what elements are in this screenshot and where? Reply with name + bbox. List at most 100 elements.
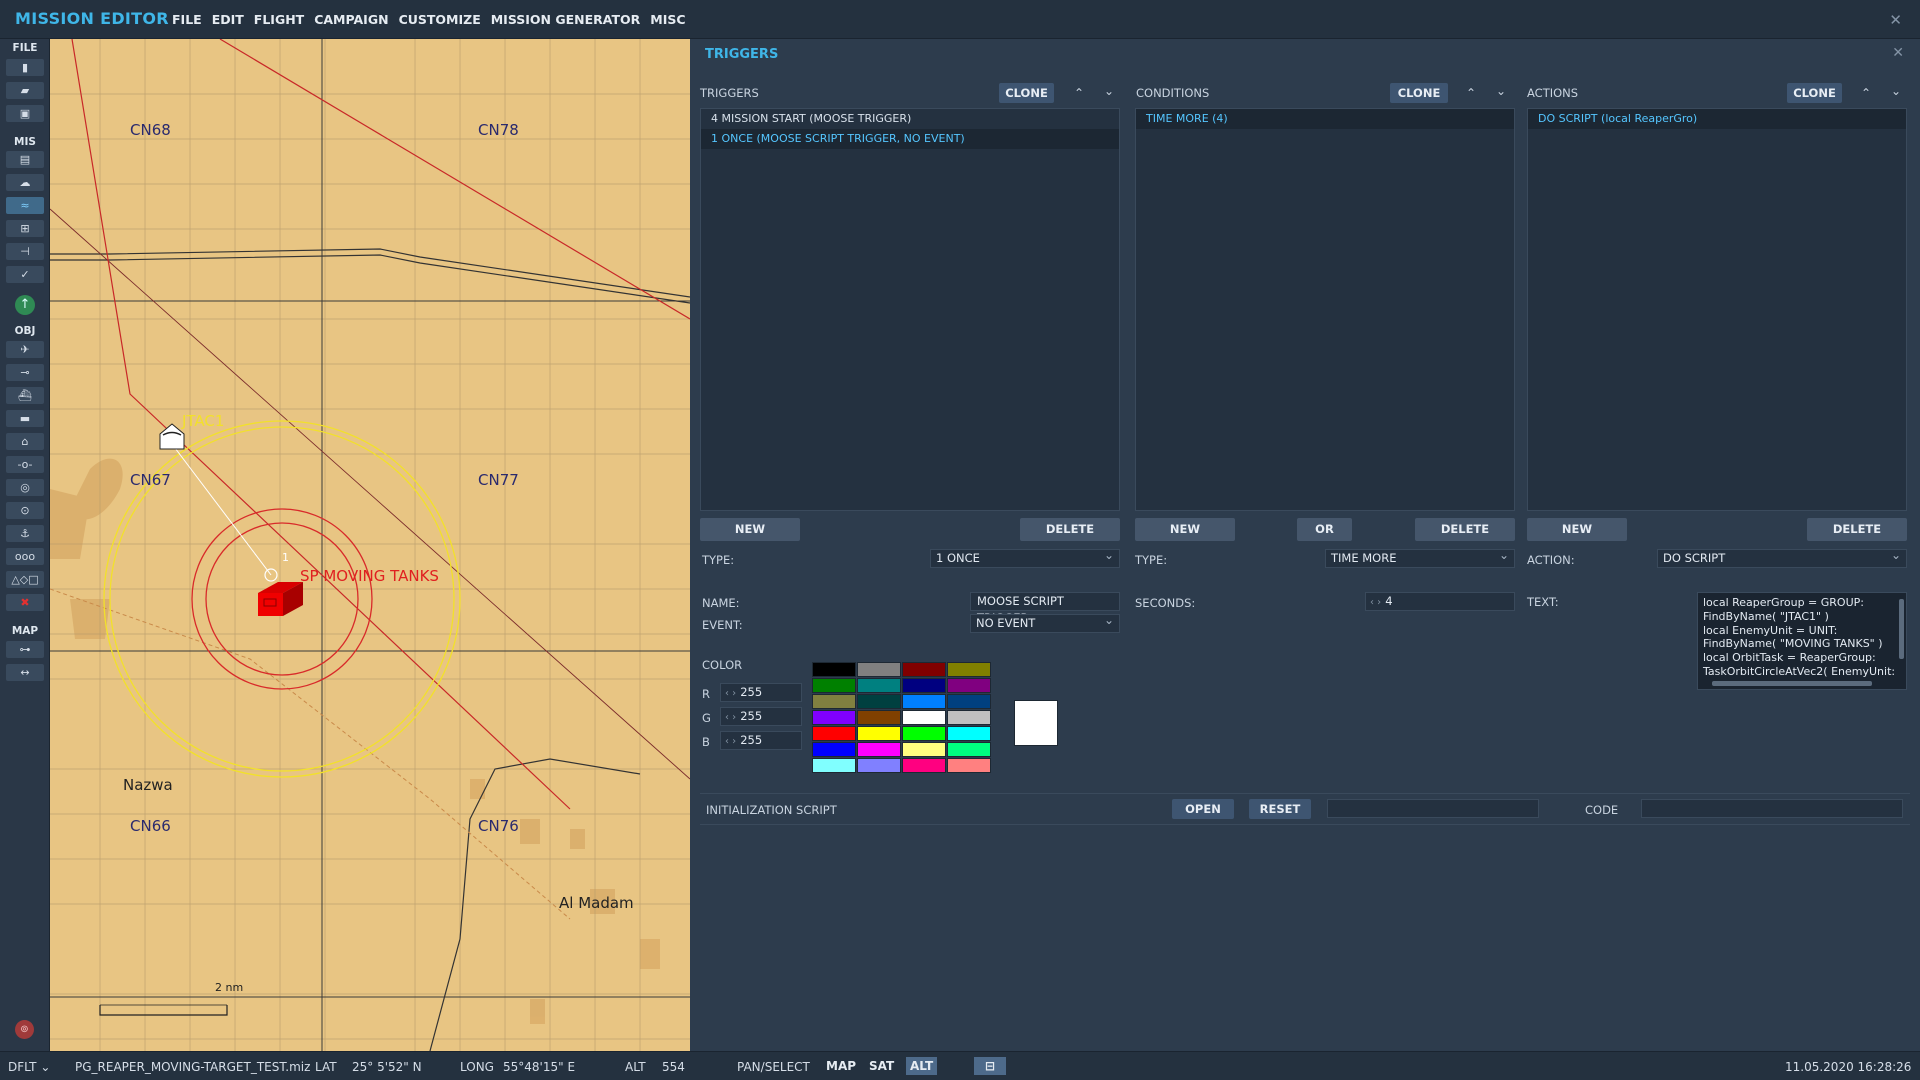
action-delete-button[interactable]: DELETE xyxy=(1807,518,1907,541)
trigger-event-dropdown[interactable]: NO EVENT xyxy=(970,612,1120,633)
pan-select-mode[interactable]: PAN/SELECT xyxy=(737,1060,810,1074)
ship-icon[interactable]: ⛴ xyxy=(6,387,44,404)
map-settings-icon[interactable]: ⊟ xyxy=(974,1057,1006,1075)
map-key-icon[interactable]: ⊶ xyxy=(6,641,44,658)
resource-manager-icon[interactable]: ⊞ xyxy=(6,220,44,237)
palette-color-swatch[interactable] xyxy=(947,662,991,677)
map-mode-button[interactable]: MAP xyxy=(822,1057,860,1075)
condition-type-dropdown[interactable]: TIME MORE xyxy=(1325,547,1515,568)
profile-dropdown[interactable]: DFLT ⌄ xyxy=(8,1060,50,1074)
palette-color-swatch[interactable] xyxy=(812,758,856,773)
menu-edit[interactable]: EDIT xyxy=(212,12,244,27)
action-type-dropdown[interactable]: DO SCRIPT xyxy=(1657,547,1907,568)
trigger-list-item-selected[interactable]: 1 ONCE (MOOSE SCRIPT TRIGGER, NO EVENT) xyxy=(701,129,1119,149)
color-g-stepper[interactable]: ‹ › 255 xyxy=(720,707,802,726)
script-vertical-scrollbar[interactable] xyxy=(1899,599,1904,659)
palette-color-swatch[interactable] xyxy=(902,710,946,725)
conditions-move-up-icon[interactable]: ⌃ xyxy=(1463,85,1479,101)
helicopter-icon[interactable]: ⊸ xyxy=(6,364,44,381)
check-icon[interactable]: ✓ xyxy=(6,266,44,283)
actions-move-up-icon[interactable]: ⌃ xyxy=(1858,85,1874,101)
panel-close-icon[interactable]: ✕ xyxy=(1892,45,1904,61)
briefing-clipboard-icon[interactable]: ▤ xyxy=(6,151,44,168)
record-icon[interactable]: ⊚ xyxy=(15,1020,34,1039)
palette-color-swatch[interactable] xyxy=(812,662,856,677)
jtac-unit-label[interactable]: JTAC1 xyxy=(182,412,224,430)
palette-color-swatch[interactable] xyxy=(947,726,991,741)
trigger-type-dropdown[interactable]: 1 ONCE xyxy=(930,547,1120,568)
actions-list[interactable]: DO SCRIPT (local ReaperGro) xyxy=(1527,108,1907,511)
script-horizontal-scrollbar[interactable] xyxy=(1712,681,1872,686)
triggers-move-up-icon[interactable]: ⌃ xyxy=(1071,85,1087,101)
palette-color-swatch[interactable] xyxy=(857,662,901,677)
palette-color-swatch[interactable] xyxy=(812,678,856,693)
delete-x-icon[interactable]: ✖ xyxy=(6,594,44,611)
conditions-list[interactable]: TIME MORE (4) xyxy=(1135,108,1515,511)
vehicle-icon[interactable]: ▬ xyxy=(6,410,44,427)
init-file-field[interactable] xyxy=(1327,799,1539,818)
map-view[interactable]: CN68 CN78 CN67 CN77 CN66 CN76 Nazwa Al M… xyxy=(50,39,690,1051)
color-r-stepper[interactable]: ‹ › 255 xyxy=(720,683,802,702)
palette-color-swatch[interactable] xyxy=(857,726,901,741)
conditions-clone-button[interactable]: CLONE xyxy=(1390,83,1448,103)
palette-color-swatch[interactable] xyxy=(857,694,901,709)
palette-color-swatch[interactable] xyxy=(902,726,946,741)
color-b-stepper[interactable]: ‹ › 255 xyxy=(720,731,802,750)
menu-file[interactable]: FILE xyxy=(172,12,202,27)
palette-color-swatch[interactable] xyxy=(812,694,856,709)
menu-campaign[interactable]: CAMPAIGN xyxy=(314,12,388,27)
condition-new-button[interactable]: NEW xyxy=(1135,518,1235,541)
palette-color-swatch[interactable] xyxy=(947,678,991,693)
static-objects-icon[interactable]: ⌂ xyxy=(6,433,44,450)
action-script-textarea[interactable]: local ReaperGroup = GROUP: FindByName( "… xyxy=(1697,592,1907,690)
new-file-icon[interactable]: ▮ xyxy=(6,59,44,76)
action-list-item-selected[interactable]: DO SCRIPT (local ReaperGro) xyxy=(1528,109,1906,129)
palette-color-swatch[interactable] xyxy=(947,758,991,773)
triggers-clone-button[interactable]: CLONE xyxy=(999,83,1054,103)
target-icon[interactable]: ⊙ xyxy=(6,502,44,519)
actions-move-down-icon[interactable]: ⌄ xyxy=(1888,83,1904,99)
trigger-name-input[interactable]: MOOSE SCRIPT TRIGGER xyxy=(970,592,1120,625)
condition-delete-button[interactable]: DELETE xyxy=(1415,518,1515,541)
palette-color-swatch[interactable] xyxy=(902,694,946,709)
palette-color-swatch[interactable] xyxy=(812,726,856,741)
trigger-new-button[interactable]: NEW xyxy=(700,518,800,541)
fly-mission-icon[interactable]: ↑ xyxy=(15,295,35,315)
goals-flag-icon[interactable]: ⊣ xyxy=(6,243,44,260)
init-open-button[interactable]: OPEN xyxy=(1172,799,1234,819)
init-code-field[interactable] xyxy=(1641,799,1903,818)
trigger-delete-button[interactable]: DELETE xyxy=(1020,518,1120,541)
trigger-list-item[interactable]: 4 MISSION START (MOOSE TRIGGER) xyxy=(701,109,1119,129)
conditions-move-down-icon[interactable]: ⌄ xyxy=(1493,83,1509,99)
menu-flight[interactable]: FLIGHT xyxy=(254,12,304,27)
palette-color-swatch[interactable] xyxy=(947,742,991,757)
palette-color-swatch[interactable] xyxy=(902,662,946,677)
sat-mode-button[interactable]: SAT xyxy=(865,1057,898,1075)
menu-customize[interactable]: CUSTOMIZE xyxy=(399,12,481,27)
waypoint-icon[interactable]: -o- xyxy=(6,456,44,473)
init-reset-button[interactable]: RESET xyxy=(1249,799,1311,819)
palette-color-swatch[interactable] xyxy=(857,710,901,725)
palette-color-swatch[interactable] xyxy=(812,742,856,757)
condition-seconds-stepper[interactable]: ‹ › 4 xyxy=(1365,592,1515,611)
open-folder-icon[interactable]: ▰ xyxy=(6,82,44,99)
menu-mission-generator[interactable]: MISSION GENERATOR xyxy=(491,12,641,27)
nav-point-icon[interactable]: ⚓ xyxy=(6,525,44,542)
condition-or-button[interactable]: OR xyxy=(1297,518,1352,541)
palette-color-swatch[interactable] xyxy=(902,678,946,693)
triggers-icon[interactable]: ≈ xyxy=(6,197,44,214)
palette-color-swatch[interactable] xyxy=(857,742,901,757)
close-icon[interactable]: ✕ xyxy=(1889,11,1902,29)
airplane-icon[interactable]: ✈ xyxy=(6,341,44,358)
triggers-list[interactable]: 4 MISSION START (MOOSE TRIGGER) 1 ONCE (… xyxy=(700,108,1120,511)
action-new-button[interactable]: NEW xyxy=(1527,518,1627,541)
save-disk-icon[interactable]: ▣ xyxy=(6,105,44,122)
triggers-move-down-icon[interactable]: ⌄ xyxy=(1101,83,1117,99)
palette-color-swatch[interactable] xyxy=(857,678,901,693)
palette-color-swatch[interactable] xyxy=(902,742,946,757)
palette-color-swatch[interactable] xyxy=(947,710,991,725)
drawing-shapes-icon[interactable]: △◇□ xyxy=(6,571,44,588)
palette-color-swatch[interactable] xyxy=(947,694,991,709)
weather-cloud-icon[interactable]: ☁ xyxy=(6,174,44,191)
palette-color-swatch[interactable] xyxy=(902,758,946,773)
